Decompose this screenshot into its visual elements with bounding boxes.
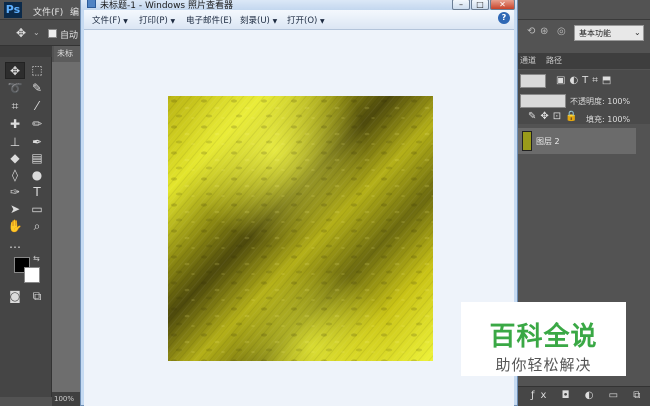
menu-email[interactable]: 电子邮件(E)	[186, 14, 232, 26]
ps-canvas-area	[52, 62, 80, 392]
help-icon[interactable]: ?	[498, 12, 510, 24]
fill-field[interactable]: 填充: 100%	[586, 114, 630, 125]
toolbox-header	[0, 46, 52, 57]
pen-tool-icon[interactable]: ✑	[5, 184, 25, 201]
menu-burn[interactable]: 刻录(U) ▼	[240, 14, 277, 26]
path-select-icon[interactable]: ➤	[5, 201, 25, 218]
ps-logo: Ps	[4, 2, 22, 18]
chevron-down-icon: ▼	[272, 18, 278, 25]
chevron-down-icon: ▼	[170, 18, 176, 25]
menu-open[interactable]: 打开(O) ▼	[287, 14, 325, 26]
eyedropper-tool-icon[interactable]: ⁄	[27, 98, 47, 115]
crop-tool-icon[interactable]: ⌗	[5, 98, 25, 115]
photo-viewer-app-icon	[87, 0, 96, 8]
stamp-tool-icon[interactable]: ⊥	[5, 134, 25, 151]
dodge-tool-icon[interactable]: ●	[27, 167, 47, 184]
ps-menu-file[interactable]: 文件(F)	[33, 5, 63, 18]
swap-colors-icon[interactable]: ⇆	[33, 254, 40, 263]
chevron-down-icon[interactable]: ⌄	[33, 28, 40, 37]
watermark-title: 百科全说	[489, 322, 598, 352]
blend-mode-select[interactable]	[520, 94, 566, 108]
lasso-tool-icon[interactable]: ➰	[5, 80, 25, 97]
text-tool-icon[interactable]: T	[27, 184, 47, 201]
chevron-down-icon: ▼	[320, 18, 325, 25]
background-color-swatch[interactable]	[24, 267, 40, 283]
texture-image	[168, 96, 433, 361]
layer-filter-select[interactable]	[520, 74, 546, 88]
layer-thumbnail	[522, 131, 532, 151]
layer-name[interactable]: 图层 2	[536, 136, 560, 147]
document-tab[interactable]: 未标	[54, 46, 82, 62]
brush-tool-icon[interactable]: ✏	[27, 116, 47, 133]
ps-menu-edit[interactable]: 编	[70, 5, 79, 18]
auto-select-checkbox[interactable]	[48, 29, 57, 38]
zoom-readout[interactable]: 100%	[52, 392, 80, 406]
panel-tabs	[518, 53, 650, 69]
chevron-down-icon: ▼	[123, 18, 128, 25]
watermark-subtitle: 助你轻松解决	[495, 356, 592, 374]
move-tool-icon[interactable]: ✥	[5, 62, 25, 79]
quick-select-tool-icon[interactable]: ✎	[27, 80, 47, 97]
screen-mode-icon[interactable]: ⧉	[27, 288, 47, 305]
healing-tool-icon[interactable]: ✚	[5, 116, 25, 133]
lock-icons[interactable]: ✎✥⊡🔒	[528, 111, 582, 122]
more-tools-icon[interactable]: …	[5, 236, 25, 253]
layer-filter-icons[interactable]: ▣◐T⌗⬒	[556, 75, 615, 86]
layer-footer-icons[interactable]: ƒx ◘ ◐ ▭ ⧉ 🗑	[531, 390, 650, 401]
auto-select-label: 自动	[60, 31, 79, 41]
tab-channels[interactable]: 通道	[520, 55, 536, 66]
hand-tool-icon[interactable]: ✋	[5, 218, 25, 235]
zoom-tool-icon[interactable]: ⌕	[27, 218, 47, 235]
chevron-down-icon[interactable]: ⌄	[634, 28, 641, 37]
minimize-button[interactable]: –	[452, 0, 470, 10]
3d-rotate-icon[interactable]: ⟲	[527, 26, 535, 37]
maximize-button[interactable]: □	[471, 0, 489, 10]
menu-file[interactable]: 文件(F) ▼	[92, 14, 128, 26]
shape-tool-icon[interactable]: ▭	[27, 201, 47, 218]
move-tool-icon[interactable]: ✥	[16, 26, 26, 40]
blur-tool-icon[interactable]: ◊	[5, 167, 25, 184]
marquee-tool-icon[interactable]: ⬚	[27, 62, 47, 79]
quick-mask-icon[interactable]: ◙	[5, 288, 25, 305]
gradient-tool-icon[interactable]: ▤	[27, 150, 47, 167]
3d-orbit-icon[interactable]: ◎	[557, 26, 566, 37]
eraser-tool-icon[interactable]: ◆	[5, 150, 25, 167]
tab-paths[interactable]: 路径	[546, 55, 562, 66]
close-button[interactable]: ✕	[490, 0, 515, 10]
3d-pan-icon[interactable]: ⊛	[540, 26, 548, 37]
opacity-field[interactable]: 不透明度: 100%	[570, 96, 630, 107]
menu-print[interactable]: 打印(P) ▼	[139, 14, 175, 26]
history-brush-icon[interactable]: ✒	[27, 134, 47, 151]
